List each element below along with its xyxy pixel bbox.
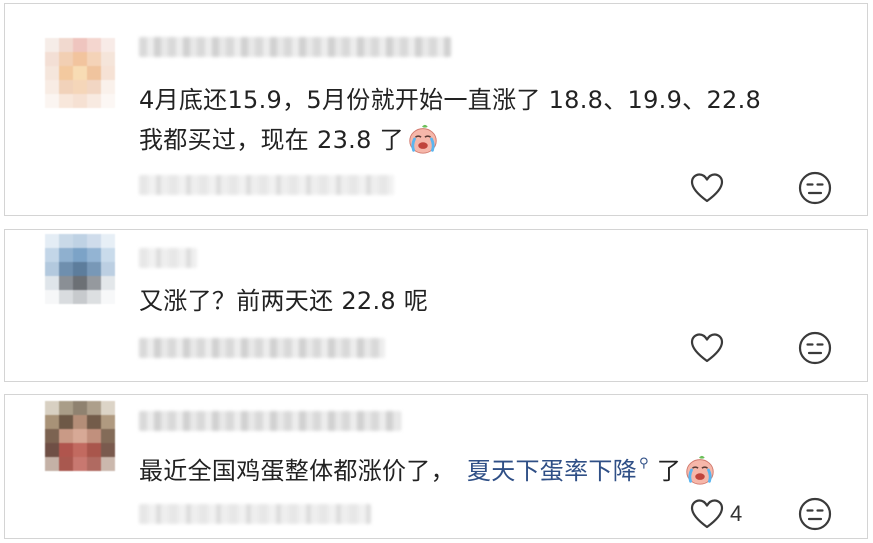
comment-card: 最近全国鸡蛋整体都涨价了， 夏天下蛋率下降 ⚲ 了 4 — [4, 394, 868, 539]
search-icon[interactable]: ⚲ — [639, 456, 649, 471]
comment-line-1: 4月底还15.9，5月份就开始一直涨了 18.8、19.9、22.8 — [139, 86, 762, 114]
avatar[interactable] — [45, 234, 115, 304]
comment-meta-redacted — [139, 338, 385, 358]
comment-card: 又涨了？前两天还 22.8 呢 — [4, 229, 868, 382]
comment-actions — [690, 331, 832, 365]
crying-face-emoji — [409, 124, 437, 154]
heart-outline-icon[interactable] — [690, 498, 724, 530]
topic-link[interactable]: 夏天下蛋率下降 — [467, 457, 637, 485]
comment-text-suffix: 了 — [656, 457, 682, 485]
username-redacted[interactable] — [139, 248, 197, 268]
comment-line-2: 我都买过，现在 23.8 了 — [139, 120, 761, 160]
username-redacted[interactable] — [139, 411, 401, 431]
comment-actions: 4 — [690, 497, 832, 531]
comment-card: 4月底还15.9，5月份就开始一直涨了 18.8、19.9、22.8 我都买过，… — [4, 3, 868, 216]
neutral-face-icon[interactable] — [798, 331, 832, 365]
crying-face-emoji — [686, 455, 714, 485]
comment-actions — [690, 171, 832, 205]
neutral-face-icon[interactable] — [798, 497, 832, 531]
comment-text-main: 最近全国鸡蛋整体都涨价了， — [139, 457, 455, 485]
comment-line-2-text: 我都买过，现在 23.8 了 — [139, 126, 404, 154]
heart-outline-icon[interactable] — [690, 332, 724, 364]
comment-text: 最近全国鸡蛋整体都涨价了， 夏天下蛋率下降 ⚲ 了 — [139, 444, 717, 491]
like-button[interactable] — [690, 332, 782, 364]
like-button[interactable]: 4 — [690, 498, 782, 530]
avatar[interactable] — [45, 401, 115, 471]
avatar[interactable] — [45, 38, 115, 108]
comment-meta-redacted — [139, 504, 371, 524]
comment-text: 又涨了？前两天还 22.8 呢 — [139, 287, 429, 315]
username-redacted[interactable] — [139, 37, 451, 57]
heart-outline-icon[interactable] — [690, 172, 724, 204]
comment-text: 4月底还15.9，5月份就开始一直涨了 18.8、19.9、22.8 我都买过，… — [139, 80, 761, 160]
comment-meta-redacted — [139, 175, 394, 195]
like-count: 4 — [730, 501, 743, 526]
neutral-face-icon[interactable] — [798, 171, 832, 205]
like-button[interactable] — [690, 172, 782, 204]
